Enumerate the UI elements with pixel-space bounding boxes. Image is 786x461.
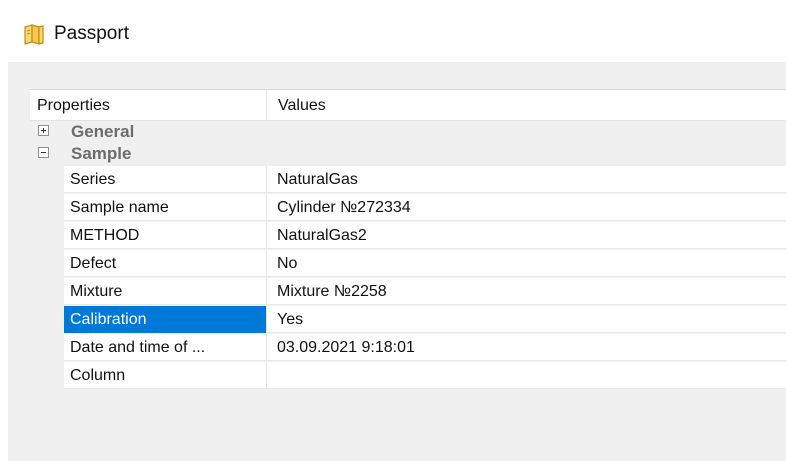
property-value[interactable] xyxy=(267,362,786,389)
row-gutter xyxy=(30,362,64,390)
property-row-mixture[interactable]: Mixture Mixture №2258 xyxy=(30,278,786,306)
property-name[interactable]: Defect xyxy=(64,250,266,277)
property-value[interactable]: Mixture №2258 xyxy=(267,278,786,305)
property-value[interactable]: Yes xyxy=(267,306,786,333)
column-divider[interactable] xyxy=(266,90,267,121)
properties-column-header[interactable]: Properties xyxy=(37,90,110,121)
property-row-sample-name[interactable]: Sample name Cylinder №272334 xyxy=(30,194,786,222)
expand-plus-icon[interactable] xyxy=(38,125,49,136)
category-label: Sample xyxy=(71,144,132,163)
property-name[interactable]: Series xyxy=(64,166,266,193)
property-name[interactable]: Mixture xyxy=(64,278,266,305)
window-title: Passport xyxy=(54,23,129,44)
window-title-bar: Passport xyxy=(22,20,129,48)
property-name[interactable]: Sample name xyxy=(64,194,266,221)
category-label: General xyxy=(71,122,135,141)
property-row-calibration[interactable]: Calibration Yes xyxy=(30,306,786,334)
property-row-series[interactable]: Series NaturalGas xyxy=(30,166,786,194)
property-row-date-time[interactable]: Date and time of ... 03.09.2021 9:18:01 xyxy=(30,334,786,362)
property-value[interactable]: NaturalGas xyxy=(267,166,786,193)
property-value[interactable]: Cylinder №272334 xyxy=(267,194,786,221)
collapse-minus-icon[interactable] xyxy=(38,147,49,158)
row-gutter xyxy=(30,166,64,194)
property-name[interactable]: Date and time of ... xyxy=(64,334,266,361)
property-row-defect[interactable]: Defect No xyxy=(30,250,786,278)
row-gutter xyxy=(30,250,64,278)
row-gutter xyxy=(30,194,64,222)
property-grid-panel: Properties Values General Sample Series … xyxy=(8,62,786,461)
category-general[interactable]: General xyxy=(30,121,786,143)
property-name[interactable]: METHOD xyxy=(64,222,266,249)
category-sample[interactable]: Sample xyxy=(30,143,786,165)
property-grid: Properties Values General Sample Series … xyxy=(30,89,786,461)
property-value[interactable]: NaturalGas2 xyxy=(267,222,786,249)
row-gutter xyxy=(30,334,64,362)
property-value[interactable]: No xyxy=(267,250,786,277)
row-gutter xyxy=(30,306,64,334)
property-name[interactable]: Column xyxy=(64,362,266,389)
sample-properties: Series NaturalGas Sample name Cylinder №… xyxy=(30,166,786,390)
grid-header: Properties Values xyxy=(30,89,786,121)
property-name-selected[interactable]: Calibration xyxy=(64,306,266,333)
row-gutter xyxy=(30,222,64,250)
property-row-method[interactable]: METHOD NaturalGas2 xyxy=(30,222,786,250)
passport-book-icon xyxy=(22,22,46,46)
values-column-header[interactable]: Values xyxy=(278,90,326,121)
property-row-column[interactable]: Column xyxy=(30,362,786,390)
property-value[interactable]: 03.09.2021 9:18:01 xyxy=(267,334,786,361)
row-gutter xyxy=(30,278,64,306)
